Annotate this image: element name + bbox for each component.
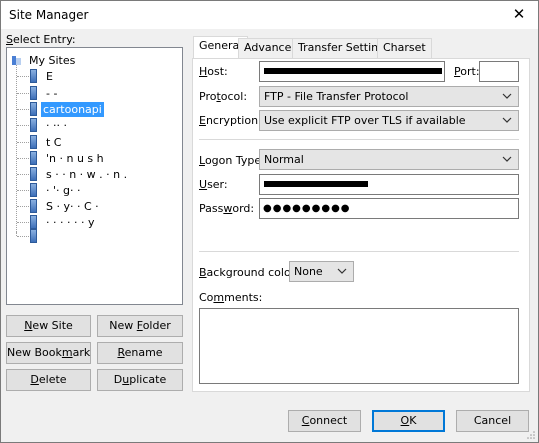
protocol-label: Protocol: — [199, 90, 248, 103]
host-input[interactable] — [259, 61, 445, 82]
tree-item-label: E — [46, 70, 53, 83]
tab-charset[interactable]: Charset — [377, 38, 432, 58]
port-label: Port: — [454, 65, 480, 78]
site-tree[interactable]: My Sites E - - cartoonapi · ·· · t C 'n … — [6, 47, 183, 305]
password-label: Password: — [199, 202, 255, 215]
tree-item-label: · '· g· · — [46, 184, 81, 197]
tree-item-label: t C — [46, 136, 62, 149]
encryption-select[interactable]: Use explicit FTP over TLS if available — [259, 110, 519, 131]
tree-item-label: - - — [46, 87, 58, 100]
redacted-host — [264, 68, 442, 74]
chevron-down-icon — [502, 117, 512, 123]
chevron-down-icon — [502, 93, 512, 99]
tree-root-my-sites[interactable]: My Sites — [7, 52, 182, 68]
user-input[interactable] — [259, 174, 519, 195]
chevron-down-icon — [502, 156, 512, 162]
tree-item[interactable]: 'n · n u s h — [7, 150, 182, 166]
server-icon — [30, 199, 37, 213]
title-bar: Site Manager ✕ — [1, 1, 538, 29]
tree-item-label: 'n · n u s h — [46, 152, 104, 165]
server-icon — [30, 86, 37, 100]
password-input[interactable]: ●●●●●●●●● — [259, 198, 519, 219]
server-icon — [30, 229, 37, 243]
tree-item[interactable] — [7, 228, 182, 244]
new-bookmark-button[interactable]: New Bookmark — [6, 342, 91, 364]
server-icon — [30, 151, 37, 165]
tree-item[interactable]: · '· g· · — [7, 182, 182, 198]
comments-label: Comments: — [199, 291, 263, 304]
rename-button[interactable]: Rename — [97, 342, 183, 364]
server-icon — [30, 135, 37, 149]
duplicate-button[interactable]: Duplicate — [97, 369, 183, 391]
tree-item[interactable]: · ·· · — [7, 117, 182, 133]
comments-textarea[interactable] — [199, 308, 519, 384]
tree-item[interactable]: t C — [7, 134, 182, 150]
connect-button[interactable]: Connect — [288, 410, 361, 432]
folder-icon — [12, 56, 21, 65]
select-entry-label: Select Entry: — [6, 33, 76, 46]
tree-item-label — [44, 229, 48, 244]
server-icon — [30, 102, 37, 116]
redacted-user — [264, 181, 368, 187]
protocol-select[interactable]: FTP - File Transfer Protocol — [259, 86, 519, 107]
logon-type-select[interactable]: Normal — [259, 149, 519, 170]
separator — [199, 251, 519, 252]
close-icon[interactable]: ✕ — [512, 5, 526, 23]
tree-root-label: My Sites — [29, 54, 76, 67]
server-icon — [30, 215, 37, 229]
tree-item[interactable]: S · y· · C · — [7, 198, 182, 214]
tree-item[interactable]: s · · n · w . · n . — [7, 166, 182, 182]
host-label: Host: — [199, 65, 228, 78]
server-icon — [30, 118, 37, 132]
tree-item[interactable]: - - — [7, 85, 182, 101]
chevron-down-icon — [337, 268, 347, 274]
logon-type-label: Logon Type: — [199, 154, 265, 167]
port-input[interactable] — [479, 61, 519, 82]
new-site-button[interactable]: New Site — [6, 315, 91, 337]
resize-grip-icon[interactable] — [526, 430, 536, 440]
server-icon — [30, 69, 37, 83]
server-icon — [30, 167, 37, 181]
new-folder-button[interactable]: New Folder — [97, 315, 183, 337]
tree-item-label: · ·· · — [46, 119, 67, 132]
cancel-button[interactable]: Cancel — [456, 410, 529, 432]
ok-button[interactable]: OK — [372, 410, 445, 432]
delete-button[interactable]: Delete — [6, 369, 91, 391]
window-title: Site Manager — [9, 8, 89, 22]
encryption-label: Encryption: — [199, 114, 262, 127]
tree-item-label: S · y· · C · — [46, 200, 99, 213]
tree-item-label: cartoonapi — [41, 102, 104, 117]
background-color-select[interactable]: None — [289, 261, 354, 282]
separator — [199, 139, 519, 140]
background-color-label: Background color: — [199, 266, 299, 279]
tree-item[interactable]: E — [7, 68, 182, 84]
tree-item-selected[interactable]: cartoonapi — [7, 101, 182, 117]
user-label: User: — [199, 178, 228, 191]
site-manager-window: Site Manager ✕ Select Entry: My Sites E … — [0, 0, 539, 443]
tree-item-label: s · · n · w . · n . — [46, 168, 128, 181]
server-icon — [30, 183, 37, 197]
